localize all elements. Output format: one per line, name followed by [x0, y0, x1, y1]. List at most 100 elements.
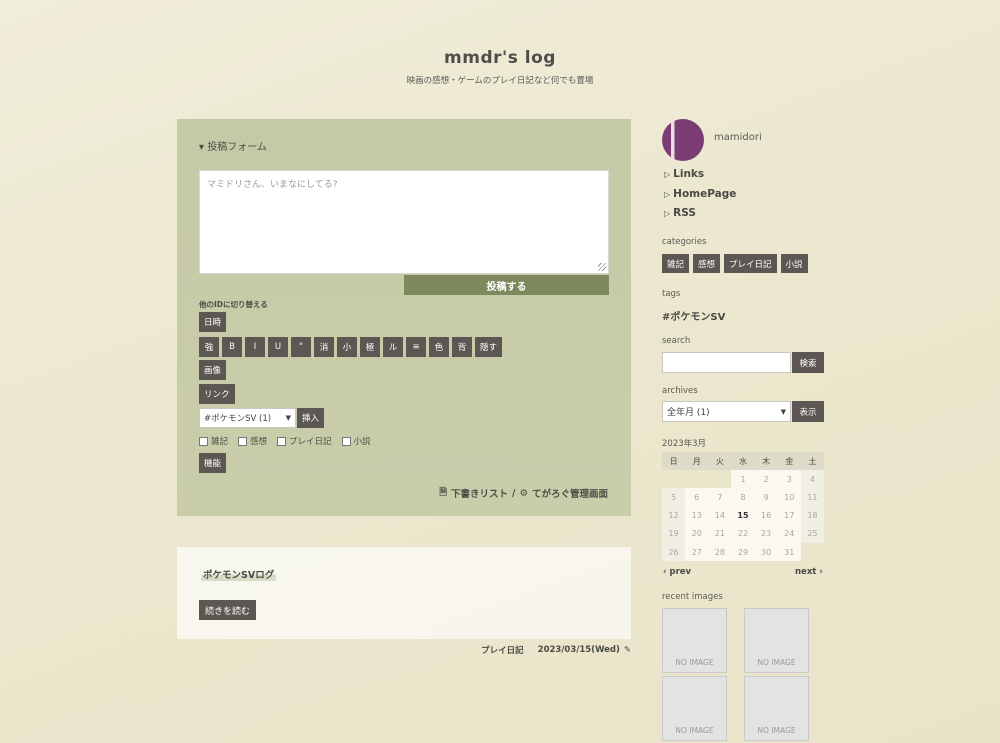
tiny-button[interactable]: 極 [360, 337, 380, 357]
calendar-day[interactable]: 5 [662, 488, 686, 507]
sidebar-category-novel[interactable]: 小説 [780, 254, 808, 273]
calendar-week: 26 27 28 29 30 31 [662, 542, 824, 562]
calendar-day[interactable]: 19 [662, 524, 686, 543]
bold-button[interactable]: B [222, 337, 242, 357]
calendar-week: 1234 [662, 470, 824, 489]
tag-select[interactable]: #ポケモンSV (1) ▼ [199, 408, 296, 428]
sidebar-category-zakki[interactable]: 雑記 [662, 254, 690, 273]
color-button[interactable]: 色 [429, 337, 449, 357]
no-image-label: NO IMAGE [757, 726, 796, 735]
resize-grip-icon[interactable] [598, 263, 606, 271]
calendar-day[interactable]: 25 [800, 524, 824, 543]
sidebar-link-homepage[interactable]: ▷ HomePage [664, 188, 736, 200]
article-date-link[interactable]: 2023/03/15(Wed) [538, 645, 620, 655]
calendar-day[interactable]: 10 [777, 488, 801, 507]
calendar-day[interactable]: 30 [754, 542, 778, 562]
switch-id-label[interactable]: 他のIDに切り替える [199, 299, 268, 310]
post-textarea[interactable]: マミドリさん、いまなにしてる? [199, 170, 609, 274]
checkbox-icon[interactable] [341, 436, 351, 446]
archives-heading: archives [662, 386, 698, 396]
calendar-day[interactable]: 14 [708, 506, 732, 525]
admin-link[interactable]: てがろぐ管理画面 [532, 486, 608, 500]
calendar-next-link[interactable]: next › [795, 567, 823, 577]
submit-post-button[interactable]: 投稿する [404, 275, 609, 295]
category-checkbox-kansou[interactable]: 感想 [238, 435, 267, 447]
recent-image-thumb[interactable]: NO IMAGE [662, 608, 727, 673]
toolbar-row-decoration: 強 B I U " 消 小 極 ル ≡ 色 背 隠す [199, 337, 503, 357]
calendar-day[interactable]: 26 [662, 542, 686, 562]
drafts-link[interactable]: 下書きリスト [451, 486, 508, 500]
calendar-day[interactable]: 28 [708, 542, 732, 562]
ruby-button[interactable]: ル [383, 337, 403, 357]
calendar-day[interactable]: 6 [685, 488, 709, 507]
archives-show-button[interactable]: 表示 [792, 401, 824, 422]
calendar-day [662, 470, 685, 488]
calendar-day[interactable]: 7 [708, 488, 732, 507]
datetime-button[interactable]: 日時 [199, 312, 227, 332]
sidebar-categories: 雑記 感想 プレイ日記 小説 [662, 254, 808, 273]
quote-button[interactable]: " [291, 337, 311, 357]
strong-button[interactable]: 強 [199, 337, 219, 357]
calendar-day[interactable]: 27 [685, 542, 709, 562]
recent-image-thumb[interactable]: NO IMAGE [662, 676, 727, 741]
post-form-toggle[interactable]: ▾ 投稿フォーム [199, 138, 267, 153]
calendar-day[interactable]: 8 [731, 488, 755, 507]
calendar-day[interactable]: 31 [777, 542, 801, 562]
calendar-day[interactable]: 4 [800, 470, 824, 489]
image-button[interactable]: 画像 [199, 360, 227, 380]
search-input[interactable] [662, 352, 791, 373]
category-checkbox-play-diary[interactable]: プレイ日記 [277, 435, 332, 447]
calendar-day[interactable]: 2 [754, 470, 778, 489]
function-button[interactable]: 機能 [199, 453, 227, 473]
sidebar-category-kansou[interactable]: 感想 [693, 254, 721, 273]
calendar-day[interactable]: 1 [731, 470, 755, 489]
search-button[interactable]: 検索 [792, 352, 824, 373]
link-button[interactable]: リンク [199, 384, 235, 404]
calendar-day[interactable]: 11 [800, 488, 824, 507]
calendar-day[interactable]: 13 [685, 506, 709, 525]
calendar-day[interactable]: 20 [685, 524, 709, 543]
checkbox-icon[interactable] [277, 436, 287, 446]
sidebar-category-play-diary[interactable]: プレイ日記 [724, 254, 777, 273]
sidebar-link-links[interactable]: ▷ Links [664, 168, 704, 180]
calendar-day[interactable]: 24 [777, 524, 801, 543]
background-button[interactable]: 背 [452, 337, 472, 357]
calendar-day[interactable]: 29 [731, 542, 755, 562]
italic-button[interactable]: I [245, 337, 265, 357]
hide-button[interactable]: 隠す [475, 337, 503, 357]
calendar-day[interactable]: 3 [777, 470, 801, 489]
pencil-icon[interactable]: ✎ [624, 645, 631, 655]
align-button[interactable]: ≡ [406, 337, 426, 357]
calendar-day[interactable]: 23 [754, 524, 778, 543]
underline-button[interactable]: U [268, 337, 288, 357]
read-more-button[interactable]: 続きを読む [199, 600, 257, 620]
checkbox-icon[interactable] [238, 436, 248, 446]
calendar-day[interactable]: 21 [708, 524, 732, 543]
calendar-prev-link[interactable]: ‹ prev [663, 567, 691, 577]
calendar-day[interactable]: 22 [731, 524, 755, 543]
caret-right-icon: ▷ [664, 189, 671, 199]
checkbox-icon[interactable] [199, 436, 208, 446]
strike-button[interactable]: 消 [314, 337, 334, 357]
calendar-day[interactable]: 12 [662, 506, 686, 525]
recent-image-thumb[interactable]: NO IMAGE [744, 676, 809, 741]
archives-select[interactable]: 全年月 (1) ▼ [662, 401, 791, 422]
calendar-day[interactable]: 9 [754, 488, 778, 507]
username: mamidori [714, 132, 762, 143]
no-image-label: NO IMAGE [757, 658, 796, 667]
category-checkbox-novel[interactable]: 小説 [341, 435, 371, 447]
insert-tag-button[interactable]: 挿入 [297, 408, 325, 428]
blog-title[interactable]: mmdr's log [0, 48, 1000, 68]
calendar-day[interactable]: 18 [800, 506, 824, 525]
small-button[interactable]: 小 [337, 337, 357, 357]
sidebar-tag[interactable]: #ポケモンSV [662, 308, 725, 323]
article-category-link[interactable]: プレイ日記 [481, 644, 524, 656]
recent-image-thumb[interactable]: NO IMAGE [744, 608, 809, 673]
sidebar-link-rss[interactable]: ▷ RSS [664, 207, 696, 219]
calendar-day[interactable]: 15 [731, 506, 755, 525]
calendar-day[interactable]: 16 [754, 506, 778, 525]
calendar-day[interactable]: 17 [777, 506, 801, 525]
category-checkbox-zakki[interactable]: 雑記 [199, 435, 228, 447]
calendar-body: 1 2 3 4 5 6 7 8 9 10 11 12 13 14 15 16 17 18 19 20 21 22 23 24 2… [662, 470, 824, 562]
chevron-right-icon: › [819, 567, 823, 577]
